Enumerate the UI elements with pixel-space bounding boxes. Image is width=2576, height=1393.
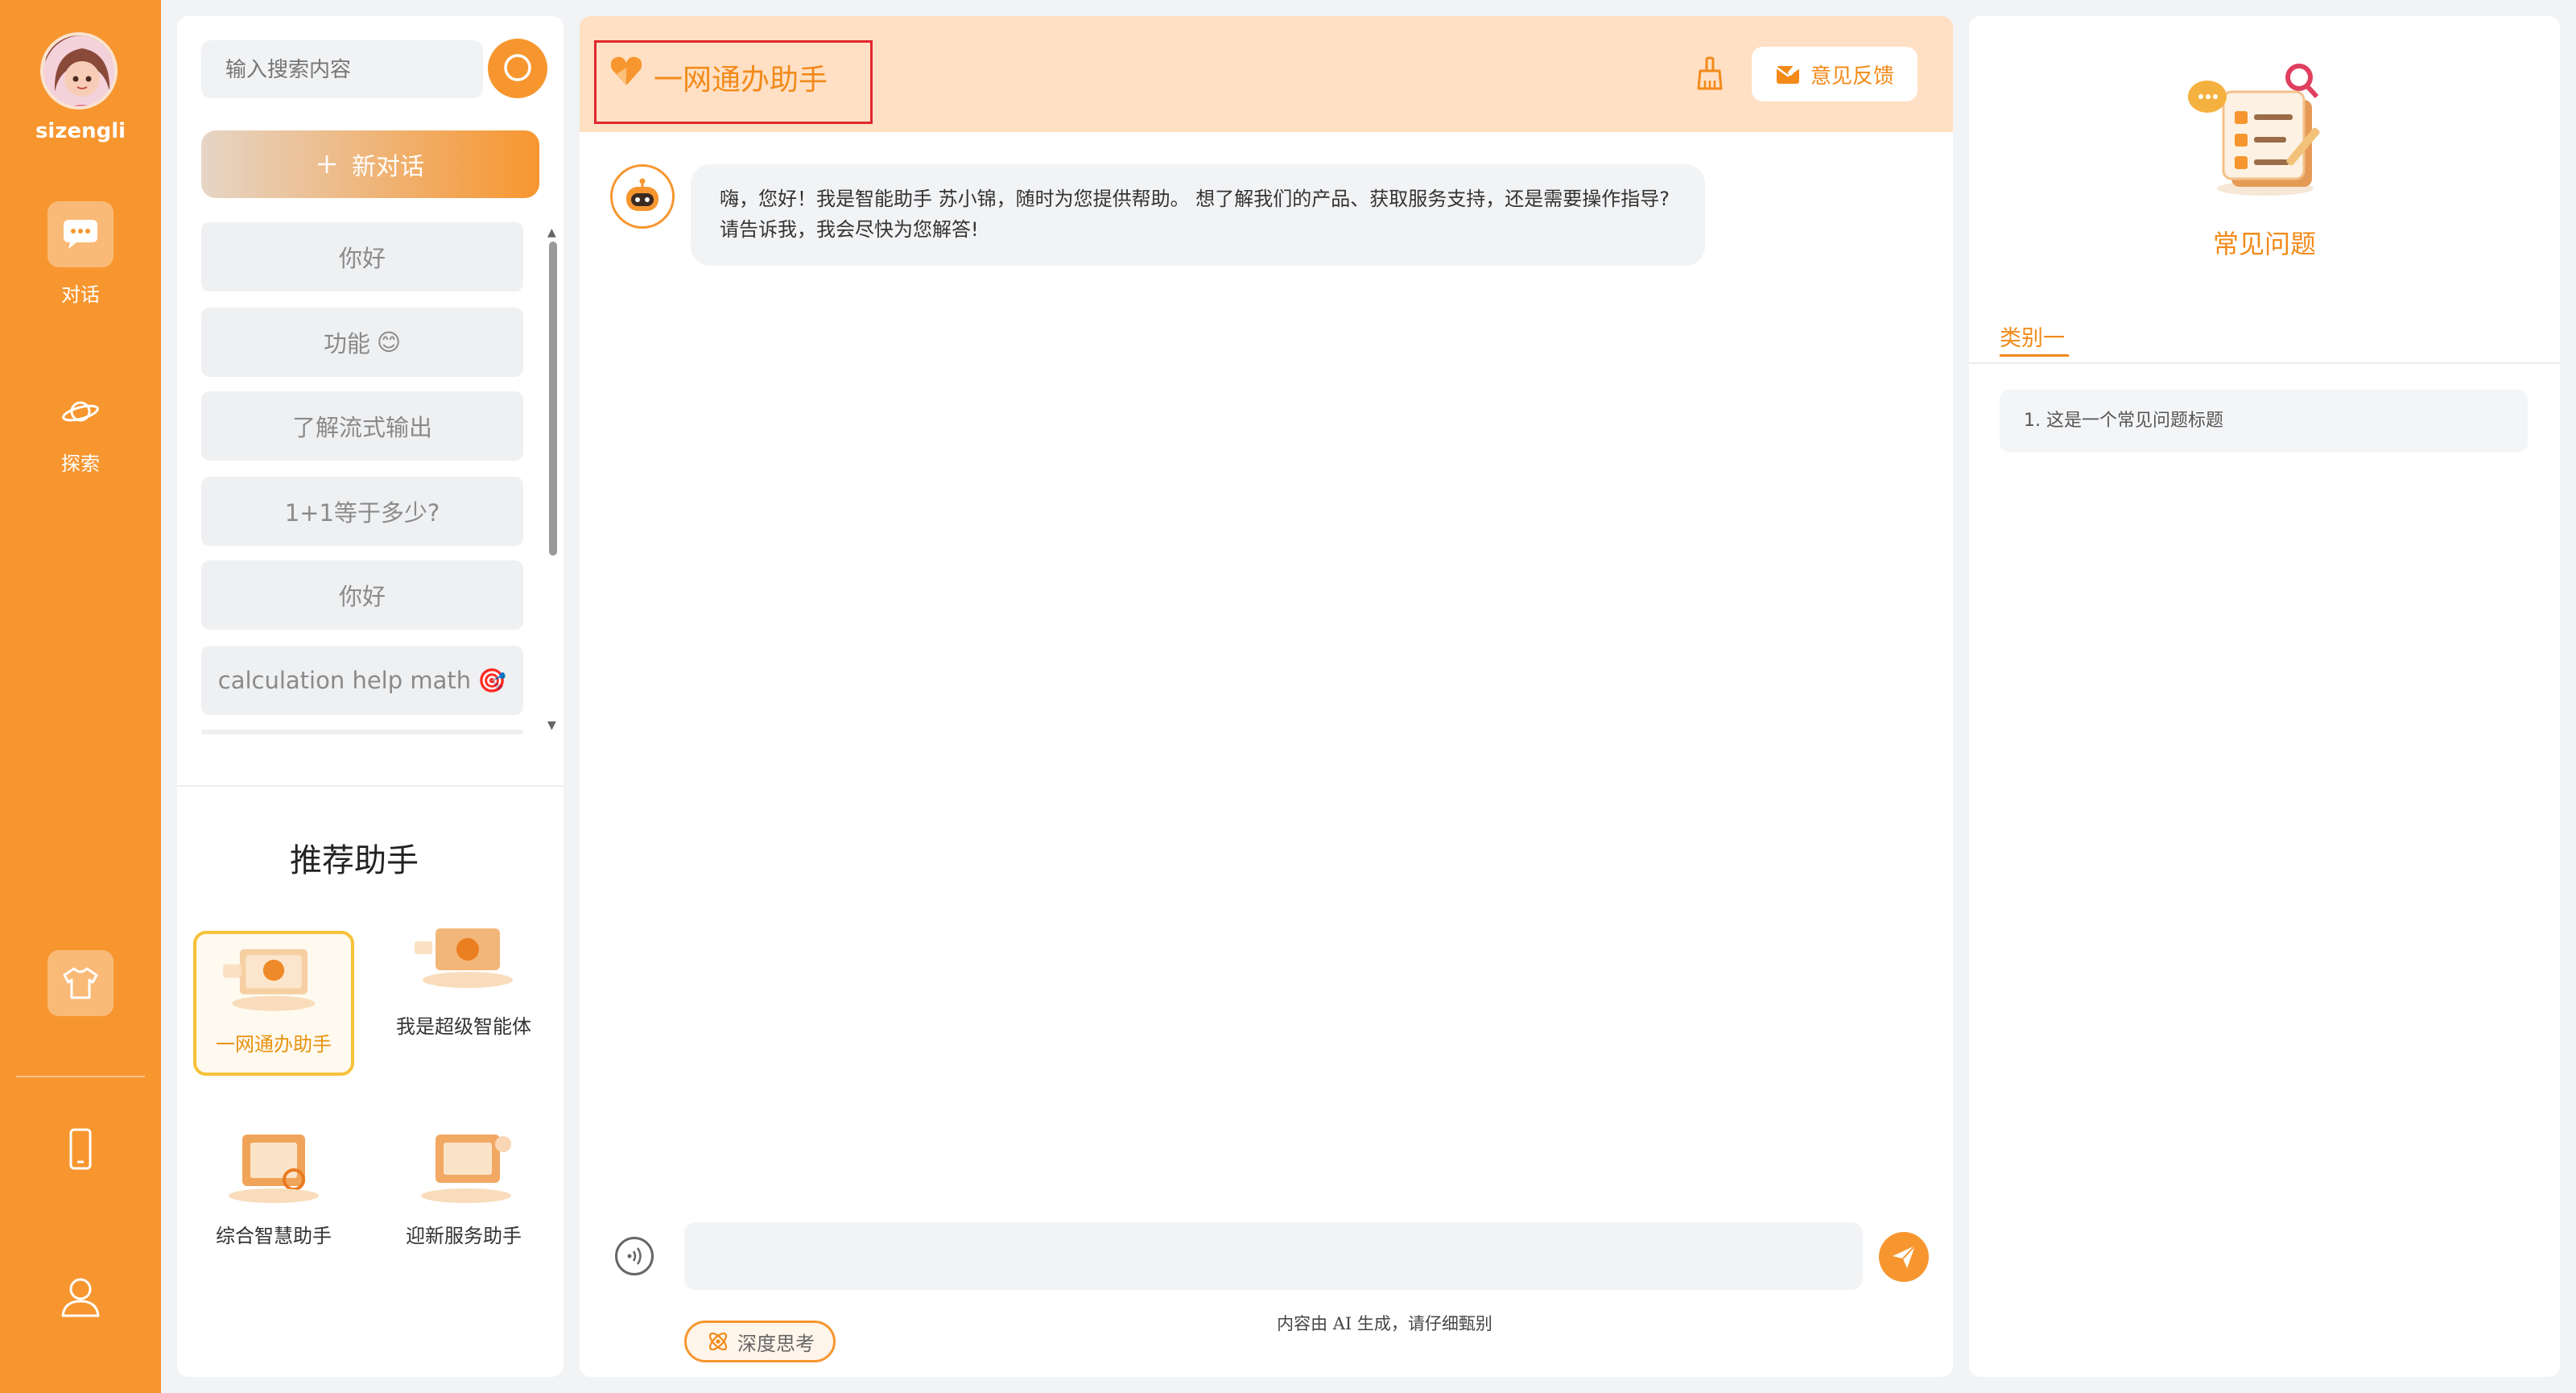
user-avatar[interactable]	[40, 32, 118, 110]
robot-icon	[626, 178, 658, 211]
search-button[interactable]	[488, 39, 547, 98]
faq-tab-category1[interactable]: 类别一	[2000, 320, 2065, 352]
plus-icon	[318, 155, 336, 173]
assistant-card-label: 我是超级智能体	[396, 1015, 531, 1038]
nav-chat-button[interactable]	[47, 201, 114, 267]
bot-avatar	[610, 164, 675, 229]
faq-illustration	[2188, 64, 2320, 196]
conversation-item[interactable]: 了解流式输出	[201, 391, 523, 461]
faq-panel	[1969, 16, 2560, 1377]
assistant-illustration	[421, 1135, 511, 1203]
nav-mobile[interactable]	[0, 1127, 161, 1172]
assistant-card-label: 综合智慧助手	[216, 1225, 332, 1247]
nav-theme[interactable]	[0, 950, 161, 1016]
scroll-down-arrow[interactable]: ▼	[547, 720, 559, 731]
assistant-card-super-agent[interactable]: 我是超级智能体	[383, 910, 544, 1055]
atom-icon	[708, 1332, 728, 1351]
conversation-label: 你好	[338, 245, 386, 272]
assistant-card-label: 一网通办助手	[216, 1033, 332, 1056]
assistant-card-label: 迎新服务助手	[406, 1225, 522, 1247]
nav-profile[interactable]	[0, 1275, 161, 1319]
deep-think-label: 深度思考	[737, 1332, 815, 1355]
message-line: 嗨，您好！我是智能助手 苏小锦，随时为您提供帮助。 想了解我们的产品、获取服务支…	[720, 188, 1670, 210]
faq-tab-indicator	[2000, 354, 2069, 357]
conversation-item[interactable]: calculation help math 🎯	[201, 646, 523, 715]
ai-disclaimer: 内容由 AI 生成，请仔细甄别	[1277, 1314, 1492, 1333]
clear-chat-icon[interactable]	[1695, 56, 1724, 90]
deep-think-toggle[interactable]: 深度思考	[684, 1321, 836, 1362]
message-line: 请告诉我，我会尽快为您解答!	[720, 218, 979, 241]
chat-icon	[64, 220, 97, 249]
history-scrollbar[interactable]	[549, 242, 557, 556]
theme-button[interactable]	[47, 950, 114, 1016]
assistant-illustration	[223, 949, 316, 1011]
message-input[interactable]	[684, 1222, 1863, 1290]
target-emoji: 🎯	[477, 666, 507, 694]
conversation-item-partial	[201, 730, 523, 734]
mail-edit-icon	[1776, 62, 1800, 84]
planet-icon	[62, 401, 99, 422]
nav-explore-button[interactable]	[47, 378, 114, 444]
assistant-illustration	[415, 928, 513, 988]
user-icon[interactable]	[60, 1275, 101, 1319]
username: sizengli	[35, 119, 126, 143]
smile-emoji: 😊	[376, 329, 402, 356]
conversation-label: 功能	[323, 330, 370, 358]
conversation-item[interactable]: 你好	[201, 222, 523, 291]
faq-title: 常见问题	[2212, 229, 2316, 259]
send-plane-icon	[1893, 1245, 1916, 1268]
faq-divider	[1969, 362, 2560, 364]
history-divider	[177, 785, 564, 787]
conversation-item[interactable]: 1+1等于多少?	[201, 477, 523, 546]
assistant-card-yiwangtongban[interactable]: 一网通办助手	[193, 931, 354, 1076]
conversation-label: calculation help math	[217, 667, 472, 694]
send-button[interactable]	[1879, 1232, 1929, 1282]
heart-logo-icon	[610, 56, 642, 85]
nav-explore[interactable]: 探索	[0, 378, 161, 476]
recommend-title: 推荐助手	[290, 842, 419, 879]
faq-item[interactable]: 1. 这是一个常见问题标题	[2000, 390, 2528, 453]
assistant-card-welcome[interactable]: 迎新服务助手	[383, 1119, 544, 1264]
tshirt-icon	[63, 967, 98, 999]
bot-message-bubble: 嗨，您好！我是智能助手 苏小锦，随时为您提供帮助。 想了解我们的产品、获取服务支…	[691, 164, 1705, 266]
voice-wave-icon	[627, 1247, 642, 1265]
conversation-item[interactable]: 你好	[201, 560, 523, 630]
feedback-button[interactable]: 意见反馈	[1752, 47, 1918, 101]
nav-explore-label: 探索	[61, 453, 100, 475]
nav-chat[interactable]: 对话	[0, 201, 161, 307]
conversation-label: 了解流式输出	[291, 414, 432, 441]
conversation-label: 你好	[338, 583, 386, 610]
search-input[interactable]	[201, 40, 483, 98]
nav-chat-label: 对话	[61, 283, 100, 306]
conversation-item[interactable]: 功能 😊	[201, 308, 523, 377]
new-chat-label: 新对话	[352, 153, 424, 181]
assistant-illustration	[229, 1135, 319, 1203]
assistant-card-smart[interactable]: 综合智慧助手	[193, 1119, 354, 1264]
conversation-label: 1+1等于多少?	[284, 499, 440, 527]
scroll-up-arrow[interactable]: ▲	[547, 227, 559, 238]
voice-input-button[interactable]	[615, 1237, 654, 1275]
new-chat-button[interactable]: 新对话	[201, 130, 539, 198]
mobile-icon[interactable]	[64, 1127, 97, 1172]
chat-title: 一网通办助手	[654, 64, 828, 97]
feedback-label: 意见反馈	[1810, 64, 1894, 89]
search-icon	[504, 54, 531, 81]
rail-divider	[16, 1076, 145, 1077]
